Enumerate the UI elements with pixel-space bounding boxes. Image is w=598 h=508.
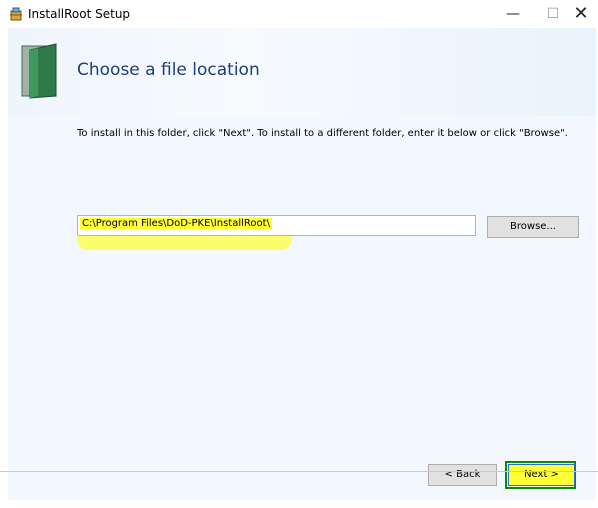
folder-icon <box>21 43 57 99</box>
setup-dialog-body: Choose a file location To install in thi… <box>8 28 596 500</box>
close-button[interactable]: ✕ <box>558 0 598 28</box>
install-location-field[interactable]: C:\Program Files\DoD-PKE\InstallRoot\ <box>77 215 476 236</box>
next-button[interactable]: Next > <box>508 464 575 486</box>
back-button[interactable]: < Back <box>428 464 497 486</box>
bottom-border <box>0 471 598 472</box>
window-title: InstallRoot Setup <box>28 7 131 21</box>
installer-app-icon <box>10 7 22 21</box>
install-location-value: C:\Program Files\DoD-PKE\InstallRoot\ <box>80 218 272 229</box>
page-heading: Choose a file location <box>77 60 260 80</box>
browse-button[interactable]: Browse... <box>487 216 579 238</box>
title-bar: InstallRoot Setup — ☐ ✕ <box>0 0 598 28</box>
instructions-text: To install in this folder, click "Next".… <box>77 128 568 139</box>
header-banner: Choose a file location <box>8 28 596 116</box>
